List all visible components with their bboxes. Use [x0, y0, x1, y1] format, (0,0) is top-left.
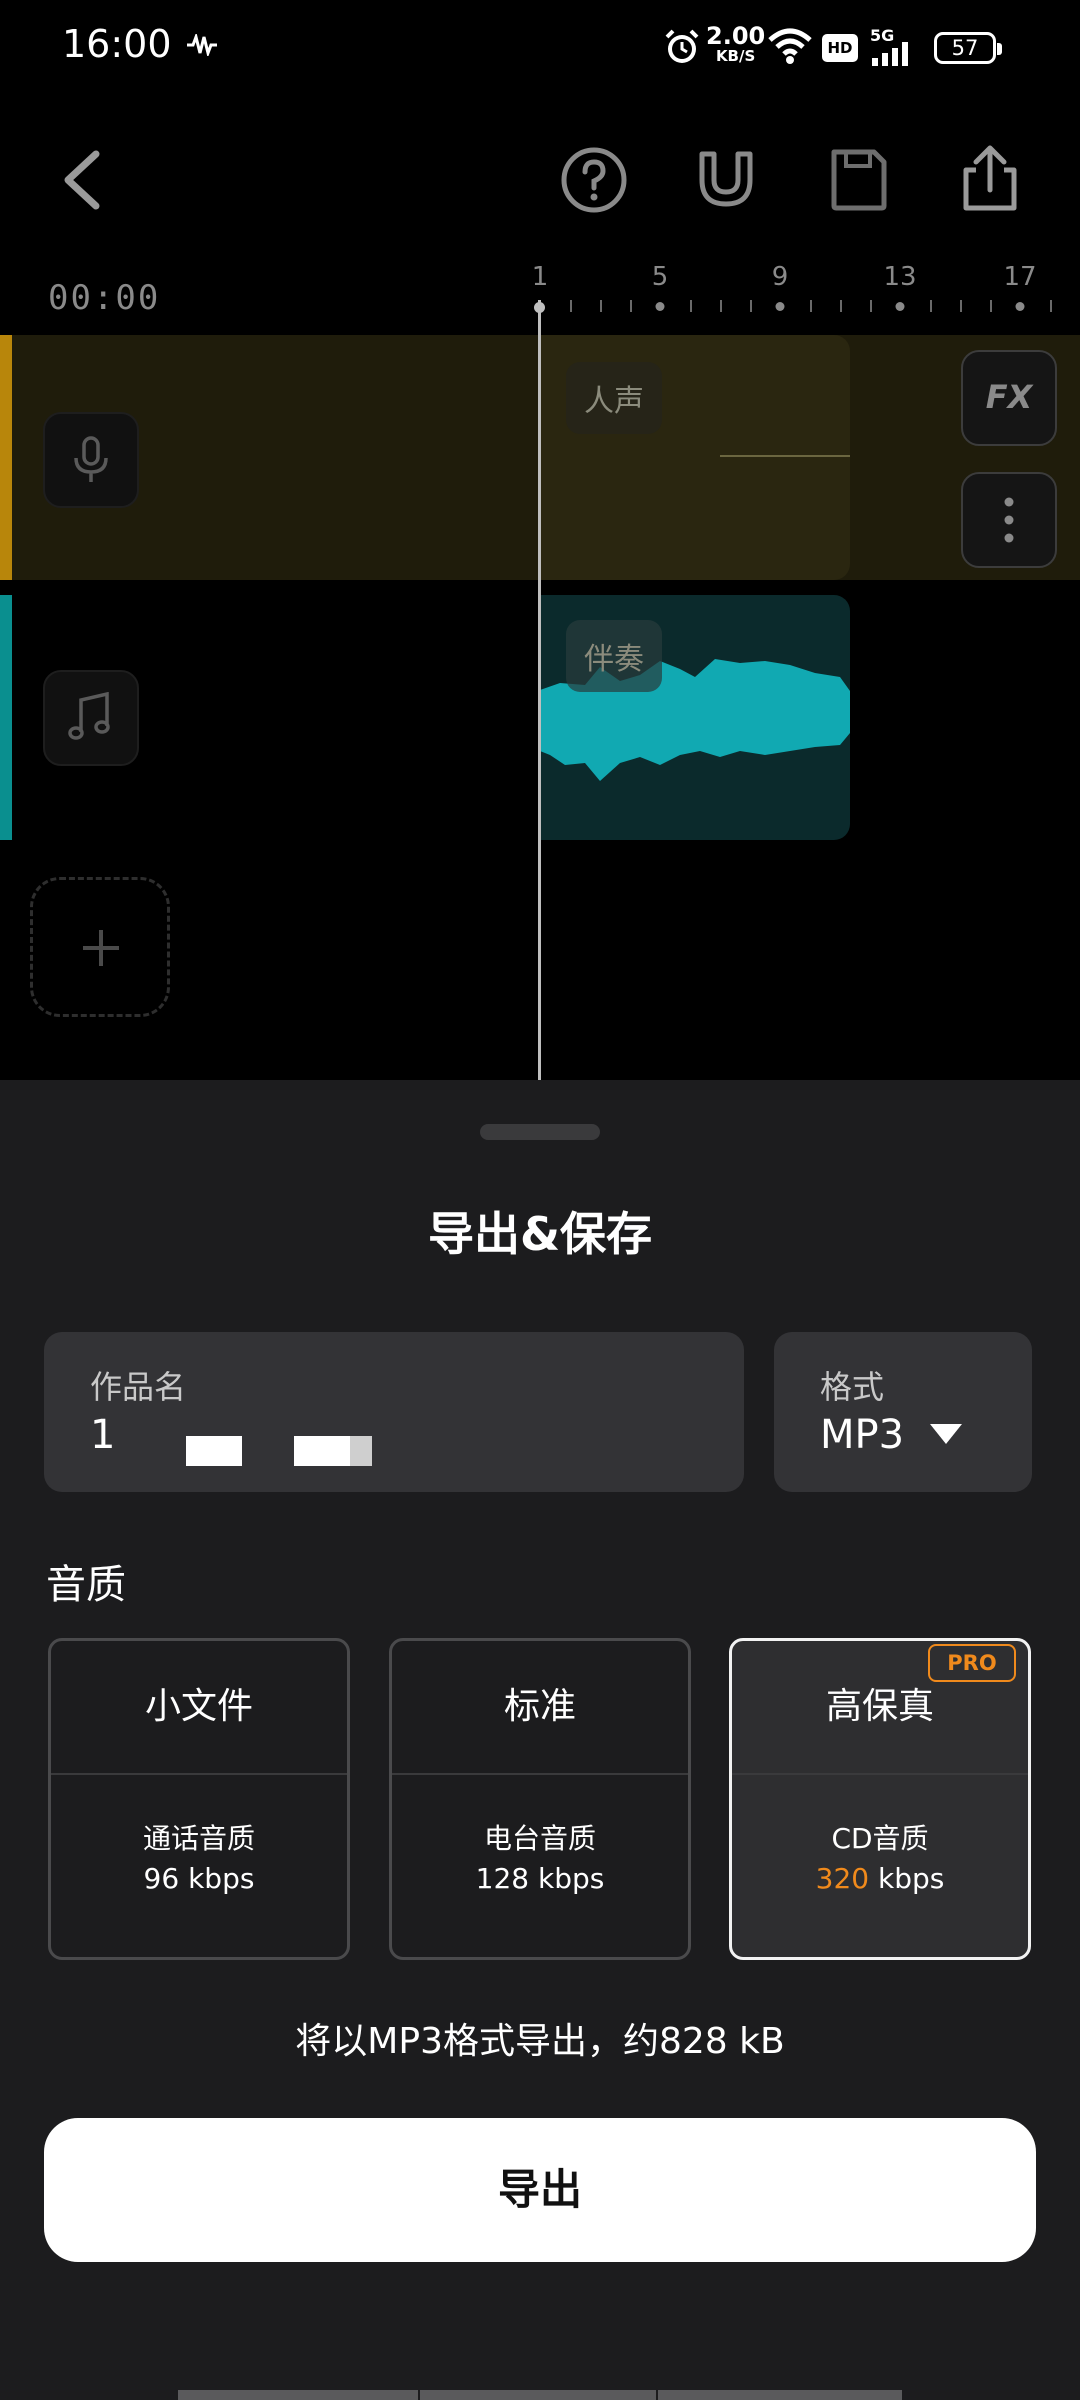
quality-option-desc: CD音质 320 kbps	[732, 1819, 1028, 1899]
quality-desc-text: 电台音质	[483, 1822, 596, 1855]
back-icon[interactable]	[44, 140, 124, 220]
help-icon[interactable]	[554, 140, 634, 220]
ruler-label: 17	[1003, 262, 1037, 292]
quality-option-title: 小文件	[144, 1686, 253, 1727]
quality-desc-text: 通话音质	[142, 1822, 255, 1855]
vocal-track-label: 人声	[566, 362, 662, 434]
network-speed: 2.00 KB/S	[706, 22, 766, 66]
music-note-icon	[68, 692, 110, 740]
quality-option-desc: 通话音质 96 kbps	[51, 1819, 347, 1899]
plus-icon	[83, 930, 119, 966]
notification-icon	[185, 30, 219, 63]
pro-badge: PRO	[928, 1644, 1016, 1682]
quality-label: 音质	[46, 1562, 126, 1608]
export-info: 将以MP3格式导出，约828 kB	[295, 2021, 785, 2062]
accompaniment-track-label: 伴奏	[566, 620, 662, 692]
ruler-label: 9	[771, 262, 789, 292]
work-name-value: 1	[90, 1412, 116, 1458]
format-value: MP3	[820, 1412, 905, 1458]
ruler-label: 13	[883, 262, 917, 292]
add-track-button[interactable]	[30, 877, 170, 1017]
divider	[732, 1773, 1028, 1775]
quality-bitrate-value: 320	[815, 1862, 870, 1895]
divider	[392, 1773, 688, 1775]
work-name-field[interactable]: 作品名 1	[44, 1332, 744, 1492]
redaction	[186, 1436, 242, 1466]
magnet-snap-icon[interactable]	[686, 140, 766, 220]
save-icon[interactable]	[818, 140, 898, 220]
ruler-label: 5	[651, 262, 669, 292]
fx-label: FX	[985, 378, 1033, 416]
work-name-label: 作品名	[90, 1368, 187, 1406]
quality-option-hifi[interactable]: 高保真 CD音质 320 kbps	[729, 1638, 1031, 1960]
dropdown-arrow-icon	[930, 1424, 962, 1444]
quality-desc-text: CD音质	[831, 1822, 929, 1855]
nav-indicator	[178, 2390, 418, 2400]
status-time: 16:00	[62, 22, 172, 66]
signal-icon	[872, 42, 916, 70]
wifi-icon	[768, 28, 812, 68]
quality-option-small[interactable]: 小文件 通话音质 96 kbps	[48, 1638, 350, 1960]
network-speed-value: 2.00	[706, 22, 766, 50]
quality-bitrate: 320 kbps	[732, 1859, 1028, 1899]
more-options-button[interactable]	[961, 472, 1057, 568]
more-vertical-icon	[1004, 497, 1014, 543]
quality-bitrate: 128 kbps	[475, 1862, 605, 1895]
sheet-drag-handle[interactable]	[480, 1124, 600, 1140]
accompaniment-track-button[interactable]	[43, 670, 139, 766]
sheet-title: 导出&保存	[427, 1207, 653, 1261]
redaction	[294, 1436, 350, 1466]
quality-bitrate-unit: kbps	[869, 1862, 945, 1895]
quality-option-title: 标准	[503, 1686, 576, 1727]
accompaniment-track-color-bar	[0, 595, 12, 840]
nav-indicator	[658, 2390, 902, 2400]
redaction	[350, 1436, 372, 1466]
microphone-icon	[74, 436, 108, 482]
current-time: 00:00	[48, 278, 161, 318]
nav-indicator	[420, 2390, 656, 2400]
share-icon[interactable]	[950, 140, 1030, 220]
quality-option-desc: 电台音质 128 kbps	[392, 1819, 688, 1899]
ruler-label: 1	[531, 262, 549, 292]
alarm-icon	[664, 28, 700, 70]
vocal-track-button[interactable]	[43, 412, 139, 508]
playhead[interactable]	[538, 300, 541, 1080]
quality-bitrate: 96 kbps	[143, 1862, 255, 1895]
vocal-track-color-bar	[0, 335, 12, 580]
divider	[51, 1773, 347, 1775]
hd-icon: HD	[822, 34, 858, 62]
format-label: 格式	[820, 1368, 885, 1406]
battery-indicator: 57	[934, 32, 1002, 64]
fx-button[interactable]: FX	[961, 350, 1057, 446]
playhead-handle[interactable]	[534, 302, 545, 313]
export-button[interactable]: 导出	[44, 2118, 1036, 2262]
quality-option-standard[interactable]: 标准 电台音质 128 kbps	[389, 1638, 691, 1960]
format-select[interactable]: 格式 MP3	[774, 1332, 1032, 1492]
